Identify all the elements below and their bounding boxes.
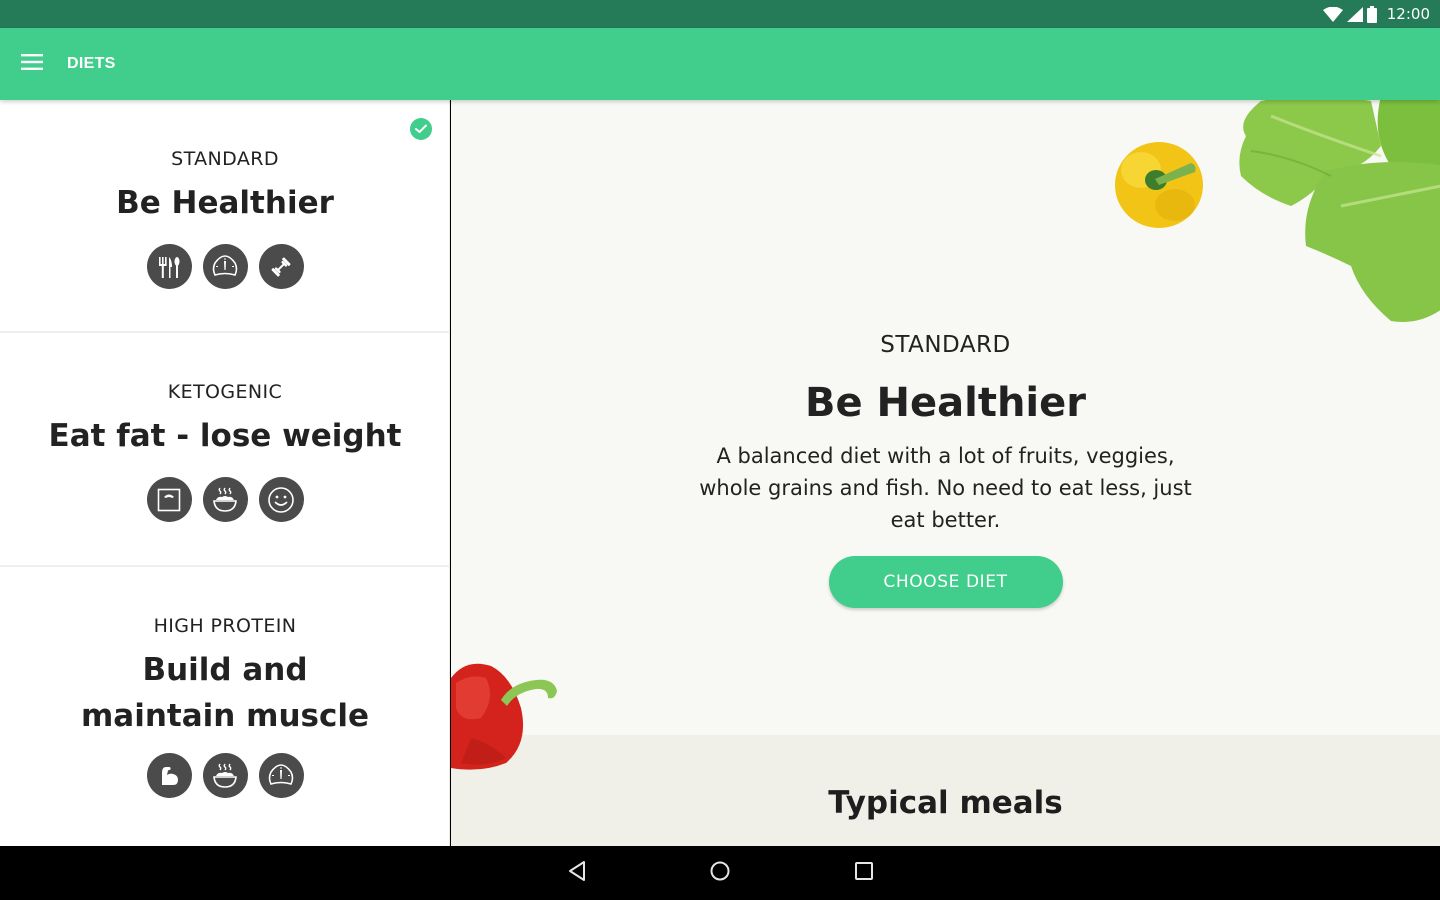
choose-diet-button[interactable]: CHOOSE DIET bbox=[828, 556, 1063, 608]
feature-icons bbox=[146, 477, 304, 522]
diet-name: Be Healthier bbox=[116, 185, 334, 221]
diet-card-standard[interactable]: STANDARD Be Healthier bbox=[0, 100, 450, 333]
hamburger-menu-icon bbox=[21, 53, 43, 75]
home-icon bbox=[709, 860, 731, 887]
diet-type: STANDARD bbox=[171, 148, 279, 170]
typical-meals-title: Typical meals bbox=[828, 785, 1063, 821]
hot-bowl-icon bbox=[202, 477, 248, 522]
app-bar: DIETS bbox=[0, 28, 1440, 100]
detail-diet-description: A balanced diet with a lot of fruits, ve… bbox=[699, 444, 1192, 532]
feature-icons bbox=[146, 753, 304, 798]
diet-type: KETOGENIC bbox=[167, 381, 283, 403]
yellow-pepper-image bbox=[1115, 142, 1203, 228]
battery-icon bbox=[1366, 5, 1377, 23]
wifi-icon bbox=[1322, 6, 1343, 22]
recents-icon bbox=[854, 861, 874, 886]
diet-name: Eat fat - lose weight bbox=[48, 418, 402, 454]
home-button[interactable] bbox=[705, 858, 735, 888]
detail-diet-type: STANDARD bbox=[880, 332, 1011, 358]
diet-detail-panel: STANDARD Be Healthier A balanced diet wi… bbox=[451, 100, 1440, 846]
red-pepper-image bbox=[451, 663, 557, 770]
hot-bowl-icon bbox=[202, 753, 248, 798]
system-nav-bar bbox=[0, 846, 1440, 900]
diet-type: HIGH PROTEIN bbox=[153, 615, 297, 637]
recents-button[interactable] bbox=[849, 858, 879, 888]
diet-name: Build and maintain muscle bbox=[81, 652, 369, 734]
diet-hero: STANDARD Be Healthier A balanced diet wi… bbox=[451, 100, 1440, 735]
menu-button[interactable] bbox=[0, 28, 64, 100]
status-bar: 12:00 bbox=[0, 0, 1440, 28]
diet-card-high-protein[interactable]: HIGH PROTEIN Build and maintain muscle bbox=[0, 567, 450, 846]
diet-list: STANDARD Be Healthier KETOGENIC Eat fat … bbox=[0, 100, 450, 846]
scale-icon bbox=[146, 477, 192, 522]
app-title: DIETS bbox=[67, 55, 116, 72]
feature-icons bbox=[146, 244, 304, 289]
speedometer-icon bbox=[258, 753, 304, 798]
typical-meals-section: Typical meals bbox=[451, 735, 1440, 846]
flexed-arm-icon bbox=[146, 753, 192, 798]
back-button[interactable] bbox=[562, 858, 592, 888]
lettuce-image bbox=[1239, 100, 1440, 322]
dumbbell-icon bbox=[258, 244, 304, 289]
cell-signal-icon bbox=[1346, 6, 1363, 22]
diet-summary: STANDARD Be Healthier A balanced diet wi… bbox=[451, 332, 1440, 608]
speedometer-icon bbox=[202, 244, 248, 289]
detail-diet-name: Be Healthier bbox=[804, 380, 1086, 426]
cutlery-icon bbox=[146, 244, 192, 289]
diet-card-ketogenic[interactable]: KETOGENIC Eat fat - lose weight bbox=[0, 333, 450, 567]
back-icon bbox=[567, 860, 587, 887]
clock: 12:00 bbox=[1386, 5, 1430, 23]
selected-check-icon bbox=[410, 118, 432, 140]
smiley-icon bbox=[258, 477, 304, 522]
